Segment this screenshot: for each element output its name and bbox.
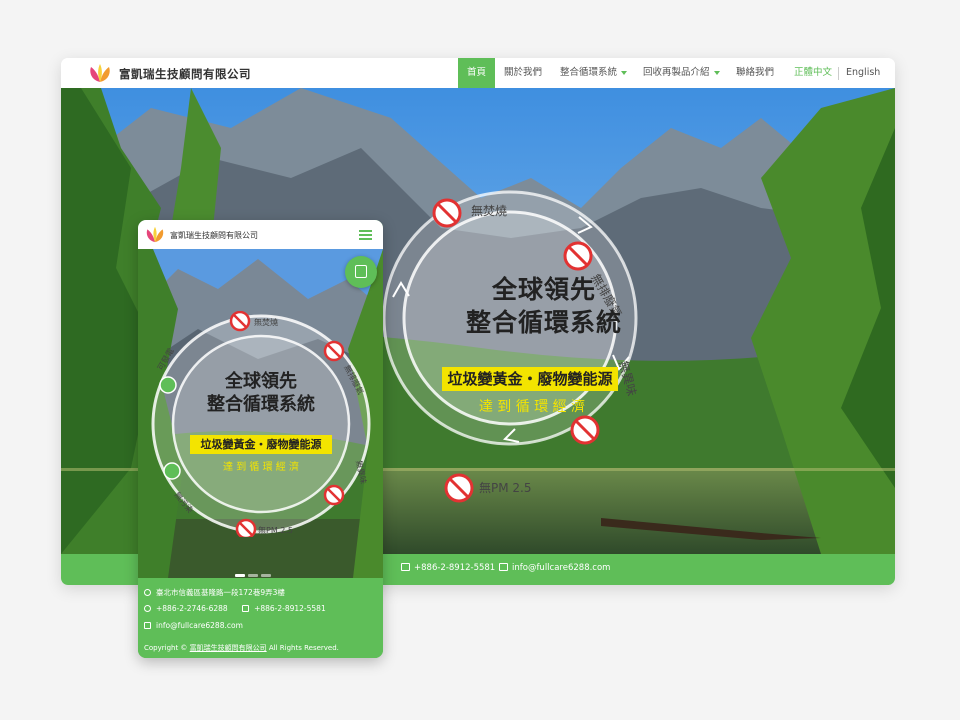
carousel-dots xyxy=(235,562,285,577)
hamburger-menu-icon[interactable] xyxy=(359,230,372,240)
mobile-hero-headline-line1: 全球領先 xyxy=(225,371,297,392)
nav-about[interactable]: 關於我們 xyxy=(504,58,542,88)
nav-home[interactable]: 首頁 xyxy=(458,58,496,88)
carousel-dot[interactable] xyxy=(235,574,245,577)
nav-system[interactable]: 整合循環系統 xyxy=(560,58,628,88)
ring-label-no-odor: 無異味 xyxy=(616,359,640,398)
hero-headline: 全球領先 整合循環系統 xyxy=(459,274,629,339)
nav-contact[interactable]: 聯絡我們 xyxy=(736,58,774,88)
mobile-hero-tagline: 達 到 循 環 經 濟 xyxy=(223,462,299,473)
mobile-footer-address-text: 臺北市信義區基隆路一段172巷9弄3樓 xyxy=(156,588,285,597)
ring-label-no-burn: 無焚燒 xyxy=(471,203,507,218)
lang-divider xyxy=(838,67,839,80)
company-logo-icon[interactable] xyxy=(87,62,113,84)
footer-fax[interactable]: +886-2-8912-5581 xyxy=(401,563,495,573)
copyright-prefix: Copyright © xyxy=(144,644,190,652)
ring-label-pm25-group: 無PM 2.5 xyxy=(444,473,532,503)
mobile-footer-email[interactable]: info@fullcare6288.com xyxy=(144,621,243,630)
location-pin-icon xyxy=(144,589,151,596)
mobile-ring-label-no-burn: 無焚燒 xyxy=(254,317,278,327)
mail-icon xyxy=(499,563,508,571)
footer-fax-text: +886-2-8912-5581 xyxy=(414,563,496,573)
copyright-suffix: All Rights Reserved. xyxy=(266,644,339,652)
lang-zh[interactable]: 正體中文 xyxy=(794,58,832,88)
mobile-hero: 無焚燒 無排廢氣 無異味 無PM 2.5 無污染 可發電 全球領先 整合循環系統… xyxy=(138,249,383,578)
fax-icon xyxy=(401,563,410,571)
copyright-company-link[interactable]: 富凱瑞生技顧問有限公司 xyxy=(190,644,267,652)
mobile-footer-fax[interactable]: +886-2-8912-5581 xyxy=(254,604,326,613)
mobile-footer-address: 臺北市信義區基隆路一段172巷9弄3樓 xyxy=(144,587,285,598)
fax-icon xyxy=(242,605,250,612)
chevron-down-icon xyxy=(713,70,720,75)
desktop-navbar: 富凱瑞生技顧問有限公司 首頁 關於我們 整合循環系統 回收再製品介紹 聯絡我們 … xyxy=(61,58,895,88)
translate-icon xyxy=(355,265,367,278)
hero-headline-line1: 全球領先 xyxy=(491,275,596,304)
mobile-mockup: 富凱瑞生技顧問有限公司 無焚燒 無排廢氣 無異味 無PM 2.5 無污染 可發電… xyxy=(138,220,383,658)
footer-email-text: info@fullcare6288.com xyxy=(512,563,611,573)
mobile-navbar: 富凱瑞生技顧問有限公司 xyxy=(138,220,383,249)
mobile-footer-contacts: +886-2-2746-6288 +886-2-8912-5581 xyxy=(144,604,326,613)
translate-button[interactable] xyxy=(345,256,377,288)
brand-name[interactable]: 富凱瑞生技顧問有限公司 xyxy=(119,66,251,82)
company-logo-icon[interactable] xyxy=(144,225,166,244)
mobile-brand-name[interactable]: 富凱瑞生技顧問有限公司 xyxy=(170,230,258,241)
hero-tagline: 達 到 循 環 經 濟 xyxy=(478,399,586,415)
chevron-down-icon xyxy=(621,70,628,75)
mobile-footer-copyright: Copyright © 富凱瑞生技顧問有限公司 All Rights Reser… xyxy=(144,643,339,653)
mobile-hero-banner-highlight: 垃圾變黃金・廢物變能源 xyxy=(190,435,332,454)
hero-banner-highlight: 垃圾變黃金・廢物變能源 xyxy=(442,367,618,391)
carousel-dot[interactable] xyxy=(261,574,271,577)
carousel-dot[interactable] xyxy=(248,574,258,577)
mobile-ring-label-no-pm25: 無PM 2.5 xyxy=(258,525,293,535)
mobile-footer: 臺北市信義區基隆路一段172巷9弄3樓 +886-2-2746-6288 +88… xyxy=(138,578,383,658)
mobile-circular-economy-graphic: 無焚燒 無排廢氣 無異味 無PM 2.5 無污染 可發電 xyxy=(151,311,371,537)
mobile-footer-phone[interactable]: +886-2-2746-6288 xyxy=(156,604,228,613)
mail-icon xyxy=(144,622,151,629)
phone-icon xyxy=(144,605,151,612)
nav-products-label: 回收再製品介紹 xyxy=(643,67,710,78)
mobile-hero-headline-line2: 整合循環系統 xyxy=(207,394,315,416)
footer-email[interactable]: info@fullcare6288.com xyxy=(499,563,610,573)
mobile-hero-headline: 全球領先 整合循環系統 xyxy=(181,370,341,417)
nav-products[interactable]: 回收再製品介紹 xyxy=(643,58,720,88)
hero-headline-line2: 整合循環系統 xyxy=(465,307,622,337)
lang-en[interactable]: English xyxy=(846,58,880,88)
mobile-footer-email-text: info@fullcare6288.com xyxy=(156,621,243,630)
ring-label-no-pm25: 無PM 2.5 xyxy=(479,480,532,495)
nav-system-label: 整合循環系統 xyxy=(560,67,618,78)
